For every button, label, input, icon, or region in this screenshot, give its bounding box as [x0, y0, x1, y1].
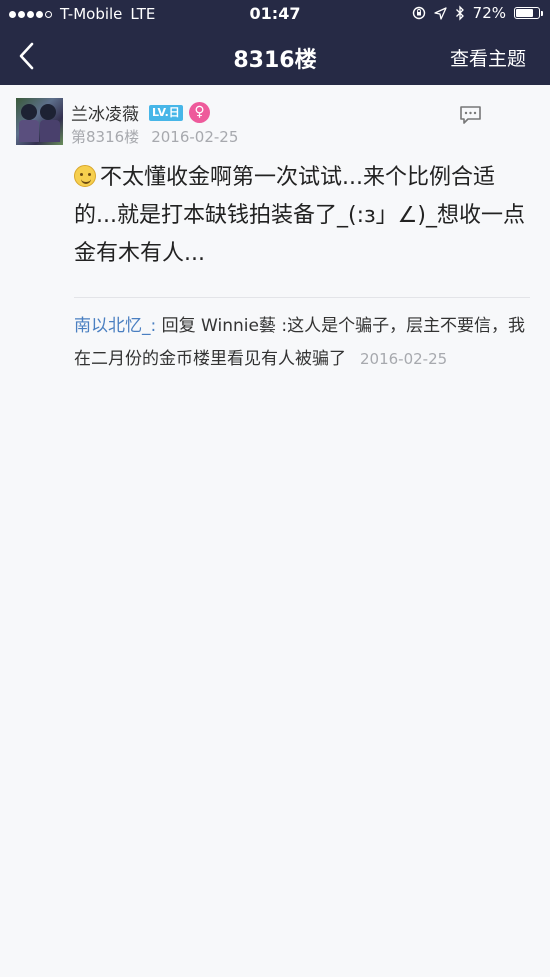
reply-item[interactable]: 南以北忆_: 回复 Winnie藝 :这人是个骗子，层主不要信，我在二月份的金币… [74, 310, 530, 376]
battery-percent: 72% [472, 4, 506, 22]
reply-date: 2016-02-25 [360, 350, 448, 368]
post-text: 不太懂收金啊第一次试试...来个比例合适的...就是打本缺钱拍装备了_(:з」∠… [74, 165, 525, 266]
reply-author[interactable]: 南以北忆_: [74, 316, 156, 336]
post-meta: 第8316楼 2016-02-25 [71, 126, 238, 147]
top-bar: T-Mobile LTE 01:47 72% 8316楼 查看主题 [0, 0, 550, 85]
location-icon [434, 6, 447, 20]
username[interactable]: 兰冰凌薇 [71, 100, 139, 125]
level-badge: LV.日 [149, 105, 183, 121]
orientation-lock-icon [412, 6, 425, 20]
comment-bubble-icon[interactable] [459, 105, 482, 125]
avatar[interactable] [16, 98, 63, 145]
battery-icon [514, 7, 543, 19]
female-icon: ♀ [189, 102, 210, 123]
divider [74, 297, 530, 298]
status-bar: T-Mobile LTE 01:47 72% [0, 0, 550, 28]
navigation-bar: 8316楼 查看主题 [0, 28, 550, 85]
status-right: 72% [412, 4, 543, 22]
shushing-face-emoji [74, 165, 96, 187]
post-date: 2016-02-25 [151, 128, 239, 146]
view-topic-button[interactable]: 查看主题 [450, 44, 526, 71]
floor-number: 第8316楼 [71, 128, 140, 146]
post-content: 不太懂收金啊第一次试试...来个比例合适的...就是打本缺钱拍装备了_(:з」∠… [74, 159, 534, 273]
bluetooth-icon [455, 5, 464, 21]
